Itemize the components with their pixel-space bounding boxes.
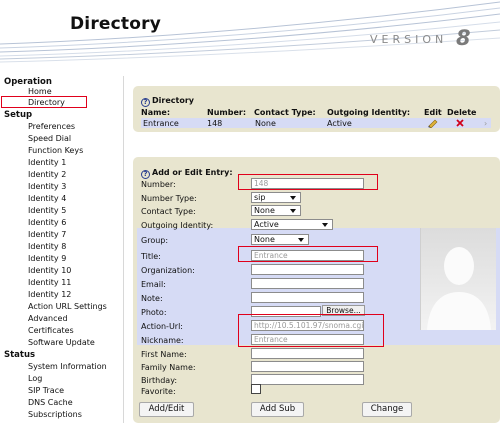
first-name-field[interactable] [251, 348, 364, 359]
row-name: Entrance [143, 119, 179, 128]
page-title: Directory [70, 14, 162, 34]
delete-x-icon[interactable] [456, 119, 464, 127]
sidebar-item-identity-6[interactable]: Identity 6 [28, 218, 66, 227]
sidebar-item-identity-10[interactable]: Identity 10 [28, 266, 71, 275]
first-name-label: First Name: [141, 350, 187, 359]
sidebar-item-advanced[interactable]: Advanced [28, 314, 68, 323]
contact-type-label: Contact Type: [141, 207, 196, 216]
chevron-down-icon [322, 223, 328, 227]
sidebar-item-subscriptions[interactable]: Subscriptions [28, 410, 82, 419]
note-label: Note: [141, 294, 163, 303]
favorite-label: Favorite: [141, 387, 176, 396]
row-outgoing-identity: Active [327, 119, 352, 128]
add-sub-button[interactable]: Add Sub [251, 402, 304, 417]
favorite-checkbox[interactable] [251, 384, 261, 394]
sidebar-item-identity-9[interactable]: Identity 9 [28, 254, 66, 263]
col-header-outgoing-identity: Outgoing Identity: [327, 108, 411, 117]
organization-field[interactable] [251, 264, 364, 275]
number-type-label: Number Type: [141, 194, 197, 203]
group-label: Group: [141, 236, 169, 245]
email-field[interactable] [251, 278, 364, 289]
row-chevron-icon: › [484, 119, 488, 128]
title-label: Title: [141, 252, 161, 261]
sidebar-item-identity-5[interactable]: Identity 5 [28, 206, 66, 215]
help-icon[interactable]: ? [141, 170, 150, 179]
sidebar-section-operation: Operation [4, 77, 52, 87]
group-select[interactable]: None [251, 234, 309, 245]
outgoing-identity-label: Outgoing Identity: [141, 221, 214, 230]
note-field[interactable] [251, 292, 364, 303]
contact-type-select[interactable]: None [251, 205, 301, 216]
row-number: 148 [207, 119, 223, 128]
sidebar-item-action-url-settings[interactable]: Action URL Settings [28, 302, 107, 311]
sidebar-item-certificates[interactable]: Certificates [28, 326, 74, 335]
annotation-highlight-directory [1, 96, 87, 108]
annotation-highlight-number [238, 174, 378, 190]
sidebar-item-software-update[interactable]: Software Update [28, 338, 95, 347]
sidebar-section-status: Status [4, 350, 36, 360]
version-label: VERSION [370, 33, 448, 46]
version-number: 8 [456, 26, 471, 50]
organization-label: Organization: [141, 266, 195, 275]
email-label: Email: [141, 280, 166, 289]
form-title: ? Add or Edit Entry: [141, 168, 233, 179]
sidebar-item-identity-2[interactable]: Identity 2 [28, 170, 66, 179]
col-header-name: Name: [141, 108, 171, 117]
annotation-highlight-action-url [238, 314, 384, 347]
sidebar-item-speed-dial[interactable]: Speed Dial [28, 134, 71, 143]
action-url-label: Action-Url: [141, 322, 184, 331]
outgoing-identity-select[interactable]: Active [251, 219, 333, 230]
sidebar-item-identity-1[interactable]: Identity 1 [28, 158, 66, 167]
sidebar-item-system-information[interactable]: System Information [28, 362, 107, 371]
sidebar-item-home[interactable]: Home [28, 87, 52, 96]
family-name-field[interactable] [251, 361, 364, 372]
sidebar-section-setup: Setup [4, 110, 33, 120]
sidebar-item-identity-11[interactable]: Identity 11 [28, 278, 71, 287]
sidebar-item-function-keys[interactable]: Function Keys [28, 146, 83, 155]
family-name-label: Family Name: [141, 363, 196, 372]
sidebar-item-identity-3[interactable]: Identity 3 [28, 182, 66, 191]
sidebar-item-preferences[interactable]: Preferences [28, 122, 75, 131]
col-header-contact-type: Contact Type: [254, 108, 316, 117]
sidebar-item-identity-7[interactable]: Identity 7 [28, 230, 66, 239]
birthday-label: Birthday: [141, 376, 178, 385]
sidebar-item-identity-4[interactable]: Identity 4 [28, 194, 66, 203]
number-type-select[interactable]: sip [251, 192, 301, 203]
directory-title: ? Directory [141, 96, 194, 107]
chevron-down-icon [290, 209, 296, 213]
photo-placeholder [420, 228, 496, 330]
chevron-down-icon [298, 238, 304, 242]
sidebar-item-identity-8[interactable]: Identity 8 [28, 242, 66, 251]
number-label: Number: [141, 180, 176, 189]
birthday-field[interactable] [251, 374, 364, 385]
sidebar-item-sip-trace[interactable]: SIP Trace [28, 386, 64, 395]
table-row[interactable] [141, 118, 491, 128]
change-button[interactable]: Change [362, 402, 412, 417]
annotation-highlight-title [238, 246, 378, 262]
sidebar-item-dns-cache[interactable]: DNS Cache [28, 398, 73, 407]
help-icon[interactable]: ? [141, 98, 150, 107]
col-header-number: Number: [207, 108, 247, 117]
edit-pencil-icon[interactable] [427, 118, 438, 128]
chevron-down-icon [290, 196, 296, 200]
sidebar-item-identity-12[interactable]: Identity 12 [28, 290, 71, 299]
photo-label: Photo: [141, 308, 167, 317]
col-header-delete: Delete [447, 108, 477, 117]
person-silhouette-icon [427, 247, 491, 330]
col-header-edit: Edit [424, 108, 442, 117]
sidebar-divider [123, 76, 124, 423]
nickname-label: Nickname: [141, 336, 184, 345]
add-edit-button[interactable]: Add/Edit [139, 402, 194, 417]
sidebar-item-log[interactable]: Log [28, 374, 42, 383]
row-contact-type: None [255, 119, 276, 128]
